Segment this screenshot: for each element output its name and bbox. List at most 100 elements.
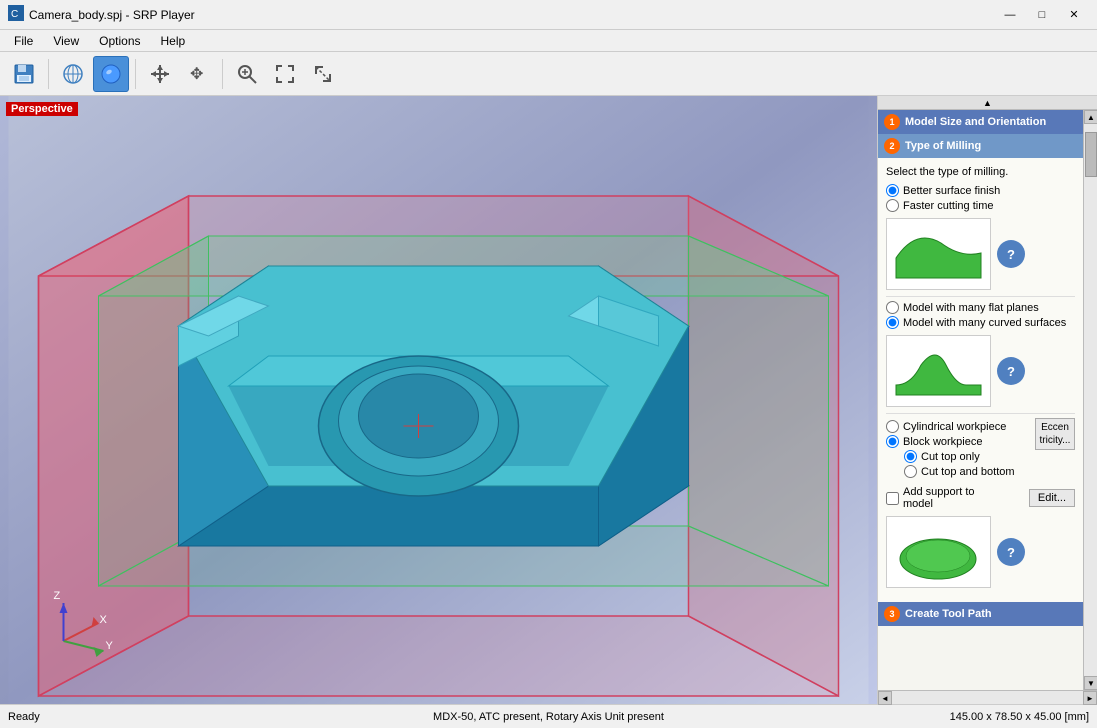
globe-button[interactable] [55, 56, 91, 92]
block-label: Block workpiece [903, 436, 982, 448]
surface-preview-row: ? [886, 218, 1075, 290]
status-device: MDX-50, ATC present, Rotary Axis Unit pr… [278, 711, 819, 723]
svg-text:X: X [100, 614, 108, 626]
status-dimensions: 145.00 x 78.50 x 45.00 [mm] [819, 711, 1089, 723]
better-surface-radio[interactable] [886, 184, 899, 197]
curved-surfaces-radio-group[interactable]: Model with many curved surfaces [886, 316, 1075, 329]
model-3d-view: Z Y X [0, 96, 877, 704]
cylindrical-label: Cylindrical workpiece [903, 421, 1006, 433]
support-help-button[interactable]: ? [997, 538, 1025, 566]
support-checkbox[interactable] [886, 492, 899, 505]
surface-help-button[interactable]: ? [997, 240, 1025, 268]
flat-planes-label: Model with many flat planes [903, 302, 1039, 314]
flat-planes-radio[interactable] [886, 301, 899, 314]
panel-vscrollbar: ▲ ▼ [1083, 110, 1097, 690]
svg-text:✥: ✥ [190, 66, 203, 83]
panel-hscrollbar: ◄ ► [878, 690, 1097, 704]
curved-surfaces-radio[interactable] [886, 316, 899, 329]
section3-num: 3 [884, 606, 900, 622]
support-row: Add support tomodel Edit... [886, 486, 1075, 510]
hscroll-track [892, 691, 1083, 704]
toolbar-separator-3 [222, 59, 223, 89]
vscroll-track [1084, 124, 1097, 676]
fit-button[interactable] [267, 56, 303, 92]
curved-surfaces-label: Model with many curved surfaces [903, 317, 1066, 329]
close-button[interactable]: ✕ [1059, 5, 1089, 25]
sphere-button[interactable] [93, 56, 129, 92]
svg-text:Z: Z [54, 590, 61, 602]
support-preview-row: ? [886, 516, 1075, 588]
cut-top-only-radio[interactable] [904, 450, 917, 463]
section3-title: Create Tool Path [905, 608, 992, 620]
statusbar: Ready MDX-50, ATC present, Rotary Axis U… [0, 704, 1097, 728]
save-button[interactable] [6, 56, 42, 92]
eccentricity-button[interactable]: Eccen tricity... [1035, 418, 1075, 450]
support-preview-box [886, 516, 991, 588]
section2-title: Type of Milling [905, 140, 981, 152]
milling-description: Select the type of milling. [886, 166, 1075, 178]
window-controls: — □ ✕ [995, 5, 1089, 25]
maximize-button[interactable]: □ [1027, 5, 1057, 25]
zoom-button[interactable] [229, 56, 265, 92]
3d-viewport[interactable]: Perspective [0, 96, 877, 704]
toolbar-separator-1 [48, 59, 49, 89]
section1-header[interactable]: 1 Model Size and Orientation [878, 110, 1083, 134]
faster-cutting-label: Faster cutting time [903, 200, 993, 212]
cut-options: Cut top only Cut top and bottom [904, 450, 1031, 478]
faster-cutting-radio[interactable] [886, 199, 899, 212]
geometry-preview-box [886, 335, 991, 407]
svg-text:Y: Y [106, 640, 114, 652]
geometry-preview-row: ? [886, 335, 1075, 407]
move-button[interactable] [142, 56, 178, 92]
surface-preview-box [886, 218, 991, 290]
menu-options[interactable]: Options [89, 32, 150, 50]
support-label: Add support tomodel [903, 486, 1029, 510]
geometry-help-button[interactable]: ? [997, 357, 1025, 385]
panel-content: 1 Model Size and Orientation 2 Type of M… [878, 110, 1083, 690]
vscroll-thumb[interactable] [1085, 132, 1097, 177]
app-icon: C [8, 5, 24, 24]
vscroll-up-btn[interactable]: ▲ [1084, 110, 1097, 124]
panel-scroll-up[interactable]: ▲ [878, 96, 1097, 110]
perspective-label: Perspective [6, 102, 78, 116]
menu-view[interactable]: View [43, 32, 89, 50]
better-surface-label: Better surface finish [903, 185, 1000, 197]
menubar: File View Options Help [0, 30, 1097, 52]
faster-cutting-radio-group[interactable]: Faster cutting time [886, 199, 1075, 212]
hscroll-right-btn[interactable]: ► [1083, 691, 1097, 705]
cut-top-bottom-radio[interactable] [904, 465, 917, 478]
cut-top-only-radio-group[interactable]: Cut top only [904, 450, 1031, 463]
section3-header[interactable]: 3 Create Tool Path [878, 602, 1083, 626]
hscroll-left-btn[interactable]: ◄ [878, 691, 892, 705]
section2-header[interactable]: 2 Type of Milling [878, 134, 1083, 158]
surface-finish-radio[interactable]: Better surface finish [886, 184, 1075, 197]
cut-top-bottom-radio-group[interactable]: Cut top and bottom [904, 465, 1031, 478]
section2-num: 2 [884, 138, 900, 154]
titlebar: C Camera_body.spj - SRP Player — □ ✕ [0, 0, 1097, 30]
toolbar-separator-2 [135, 59, 136, 89]
cylindrical-radio[interactable] [886, 420, 899, 433]
section1-num: 1 [884, 114, 900, 130]
flat-planes-radio-group[interactable]: Model with many flat planes [886, 301, 1075, 314]
toolbar: ✥ [0, 52, 1097, 96]
section2-content: Select the type of milling. Better surfa… [878, 158, 1083, 602]
cylindrical-radio-group[interactable]: Cylindrical workpiece [886, 420, 1031, 433]
block-radio-group[interactable]: Block workpiece [886, 435, 1031, 448]
section1-title: Model Size and Orientation [905, 116, 1046, 128]
workpiece-options: Cylindrical workpiece Block workpiece [886, 418, 1075, 480]
minimize-button[interactable]: — [995, 5, 1025, 25]
window-title: Camera_body.spj - SRP Player [29, 8, 995, 22]
menu-file[interactable]: File [4, 32, 43, 50]
divider1 [886, 296, 1075, 297]
edit-button[interactable]: Edit... [1029, 489, 1075, 507]
main-content: Perspective [0, 96, 1097, 704]
svg-text:C: C [11, 9, 18, 20]
divider2 [886, 413, 1075, 414]
menu-help[interactable]: Help [151, 32, 196, 50]
reset-button[interactable] [305, 56, 341, 92]
vscroll-down-btn[interactable]: ▼ [1084, 676, 1097, 690]
block-radio[interactable] [886, 435, 899, 448]
cut-top-only-label: Cut top only [921, 451, 980, 463]
status-ready: Ready [8, 711, 278, 723]
pan-button[interactable]: ✥ [180, 56, 216, 92]
